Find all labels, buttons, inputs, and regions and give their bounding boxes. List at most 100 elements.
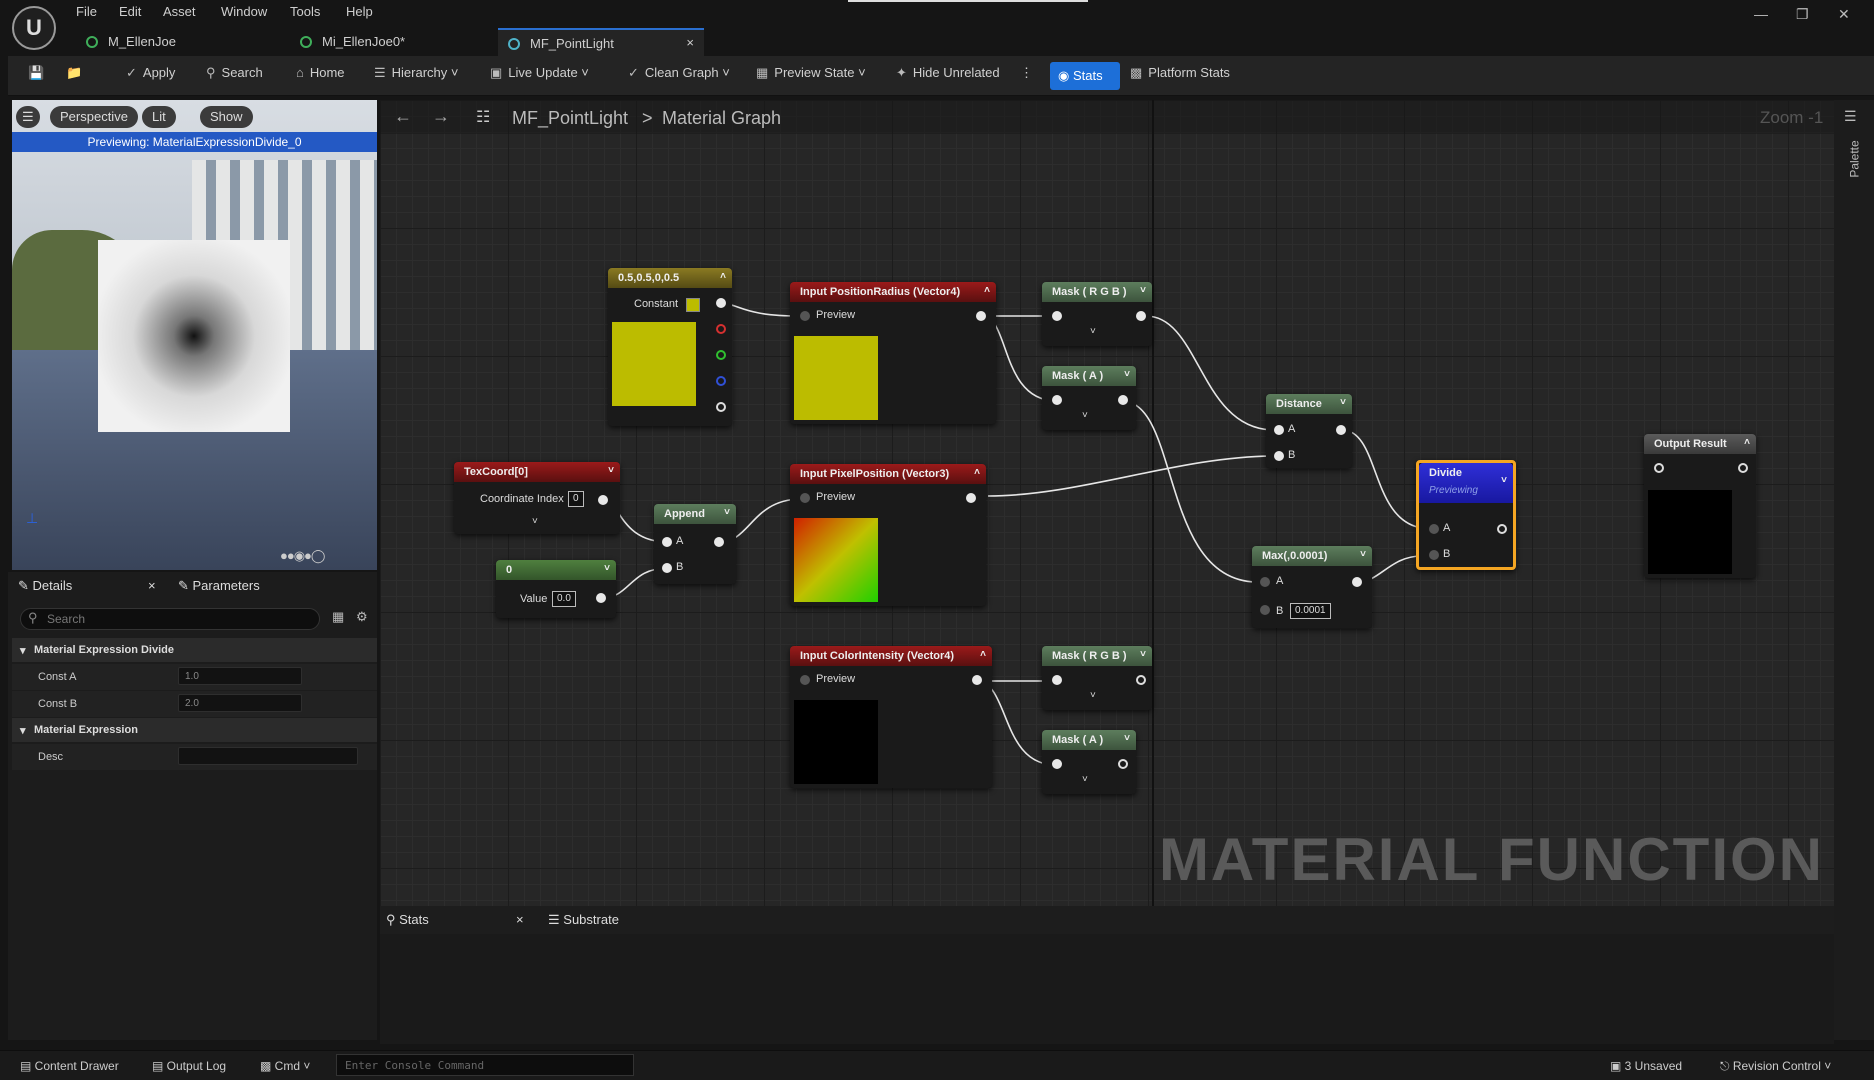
collapse-icon[interactable]: ˄ [720, 271, 726, 282]
node-constant[interactable]: 0 ˅ Value 0.0 [496, 560, 616, 618]
input-pin-a[interactable] [662, 537, 672, 547]
input-pin[interactable] [1052, 311, 1062, 321]
output-pin[interactable] [596, 593, 606, 603]
input-pin-a[interactable] [1429, 524, 1439, 534]
dropdown-icon[interactable]: ˅ [1501, 475, 1507, 486]
perspective-button[interactable]: Perspective [50, 106, 138, 128]
section-material-expression[interactable]: ▾ Material Expression [12, 718, 377, 742]
output-pin[interactable] [1352, 577, 1362, 587]
output-pin-r[interactable] [716, 324, 726, 334]
dropdown-icon[interactable]: ˅ [608, 465, 614, 476]
stats-button[interactable]: ◉ Stats [1050, 62, 1120, 90]
node-mask-a[interactable]: Mask ( A ) ˅ ˅ [1042, 730, 1136, 794]
input-pin[interactable] [1052, 675, 1062, 685]
tab-stats[interactable]: ⚲ Stats [386, 912, 429, 928]
minimize-icon[interactable]: — [1754, 6, 1768, 22]
tab-parameters[interactable]: ✎ Parameters [178, 578, 260, 594]
revision-control-button[interactable]: ⎋ Revision Control ˅ [1720, 1059, 1831, 1074]
viewport-menu-icon[interactable]: ☰ [16, 106, 40, 128]
unreal-logo-icon[interactable]: U [12, 6, 56, 50]
output-pin[interactable] [1118, 759, 1128, 769]
output-pin[interactable] [1497, 524, 1507, 534]
content-drawer-button[interactable]: ▤ Content Drawer [20, 1059, 119, 1073]
menu-file[interactable]: File [76, 4, 97, 19]
output-pin[interactable] [1136, 675, 1146, 685]
node-distance[interactable]: Distance ˅ A B [1266, 394, 1352, 468]
cmd-dropdown[interactable]: ▩ Cmd ˅ [260, 1059, 310, 1073]
restore-icon[interactable]: ❐ [1796, 6, 1809, 23]
lit-button[interactable]: Lit [142, 106, 176, 128]
tab-close-icon[interactable]: × [686, 35, 694, 50]
output-pin[interactable] [1738, 463, 1748, 473]
collapse-icon[interactable]: ˄ [974, 467, 980, 478]
value-field[interactable]: 0.0 [552, 591, 576, 607]
node-input-pixelposition[interactable]: Input PixelPosition (Vector3) ˄ Preview [790, 464, 986, 606]
details-close-icon[interactable]: × [148, 578, 156, 593]
const-a-field[interactable]: 1.0 [178, 667, 302, 685]
palette-tab[interactable]: Palette [1848, 140, 1862, 177]
search-button[interactable]: ⚲ Search [206, 65, 263, 81]
menu-window[interactable]: Window [221, 4, 267, 19]
hierarchy-button[interactable]: ☰ Hierarchy ˅ [374, 65, 459, 81]
expand-icon[interactable]: ˅ [1090, 690, 1096, 701]
expand-icon[interactable]: ˅ [1090, 326, 1096, 337]
expand-icon[interactable]: ˅ [532, 516, 538, 527]
output-pin[interactable] [972, 675, 982, 685]
input-pin-b[interactable] [662, 563, 672, 573]
const-b-field[interactable]: 2.0 [178, 694, 302, 712]
tab-m-ellenjoe[interactable]: M_EllenJoe [76, 28, 276, 56]
node-divide[interactable]: Divide Previewing ˅ A B [1416, 460, 1516, 570]
output-pin[interactable] [1336, 425, 1346, 435]
input-pin-a[interactable] [1274, 425, 1284, 435]
input-pin[interactable] [1052, 759, 1062, 769]
dropdown-icon[interactable]: ˅ [1124, 733, 1130, 744]
input-pin[interactable] [1052, 395, 1062, 405]
collapse-icon[interactable]: ˄ [984, 285, 990, 296]
browse-icon[interactable]: 📁 [66, 65, 82, 81]
collapse-icon[interactable]: ˄ [980, 649, 986, 660]
tab-mi-ellenjoe0[interactable]: Mi_EllenJoe0* [290, 28, 490, 56]
dropdown-icon[interactable]: ˅ [604, 563, 610, 574]
hide-unrelated-button[interactable]: ✦ Hide Unrelated [896, 65, 1000, 81]
preview-shape-icons[interactable]: ●●◉●◯ [280, 548, 325, 564]
preview-state-button[interactable]: ▦ Preview State ˅ [756, 65, 866, 81]
collapse-icon[interactable]: ˄ [1744, 437, 1750, 448]
console-command-input[interactable]: Enter Console Command [336, 1054, 634, 1076]
material-graph[interactable]: ← → ☷ MF_PointLight > Material Graph Zoo… [380, 100, 1834, 906]
menu-asset[interactable]: Asset [163, 4, 196, 19]
output-pin[interactable] [1136, 311, 1146, 321]
output-log-button[interactable]: ▤ Output Log [152, 1059, 226, 1073]
unsaved-button[interactable]: ▣ 3 Unsaved [1610, 1059, 1682, 1073]
dropdown-icon[interactable]: ˅ [1140, 285, 1146, 296]
input-pin-a[interactable] [1260, 577, 1270, 587]
home-button[interactable]: ⌂ Home [296, 65, 345, 80]
node-max[interactable]: Max(,0.0001) ˅ A B 0.0001 [1252, 546, 1372, 628]
coordinate-index-field[interactable]: 0 [568, 491, 584, 507]
node-output-result[interactable]: Output Result ˄ [1644, 434, 1756, 578]
menu-tools[interactable]: Tools [290, 4, 320, 19]
node-texcoord[interactable]: TexCoord[0] ˅ Coordinate Index 0 ˅ [454, 462, 620, 534]
palette-menu-icon[interactable]: ☰ [1844, 108, 1857, 125]
output-pin-g[interactable] [716, 350, 726, 360]
dropdown-icon[interactable]: ˅ [1140, 649, 1146, 660]
menu-edit[interactable]: Edit [119, 4, 141, 19]
input-pin[interactable] [1654, 463, 1664, 473]
tab-details[interactable]: ✎ Details [18, 578, 72, 594]
preview-viewport[interactable]: ☰ Perspective Lit Show Previewing: Mater… [12, 100, 377, 570]
output-pin-a[interactable] [716, 402, 726, 412]
output-pin-b[interactable] [716, 376, 726, 386]
input-pin[interactable] [800, 311, 810, 321]
input-pin-b[interactable] [1429, 550, 1439, 560]
expand-icon[interactable]: ˅ [1082, 774, 1088, 785]
input-pin[interactable] [800, 493, 810, 503]
apply-button[interactable]: ✓ Apply [126, 65, 175, 81]
output-pin[interactable] [716, 298, 726, 308]
expand-icon[interactable]: ˅ [1082, 410, 1088, 421]
output-pin[interactable] [976, 311, 986, 321]
stats-close-icon[interactable]: × [516, 912, 524, 927]
dropdown-icon[interactable]: ˅ [1124, 369, 1130, 380]
live-update-button[interactable]: ▣ Live Update ˅ [490, 65, 589, 81]
save-icon[interactable]: 💾 [28, 65, 44, 81]
dropdown-icon[interactable]: ˅ [724, 507, 730, 518]
node-mask-rgb[interactable]: Mask ( R G B ) ˅ ˅ [1042, 282, 1152, 346]
